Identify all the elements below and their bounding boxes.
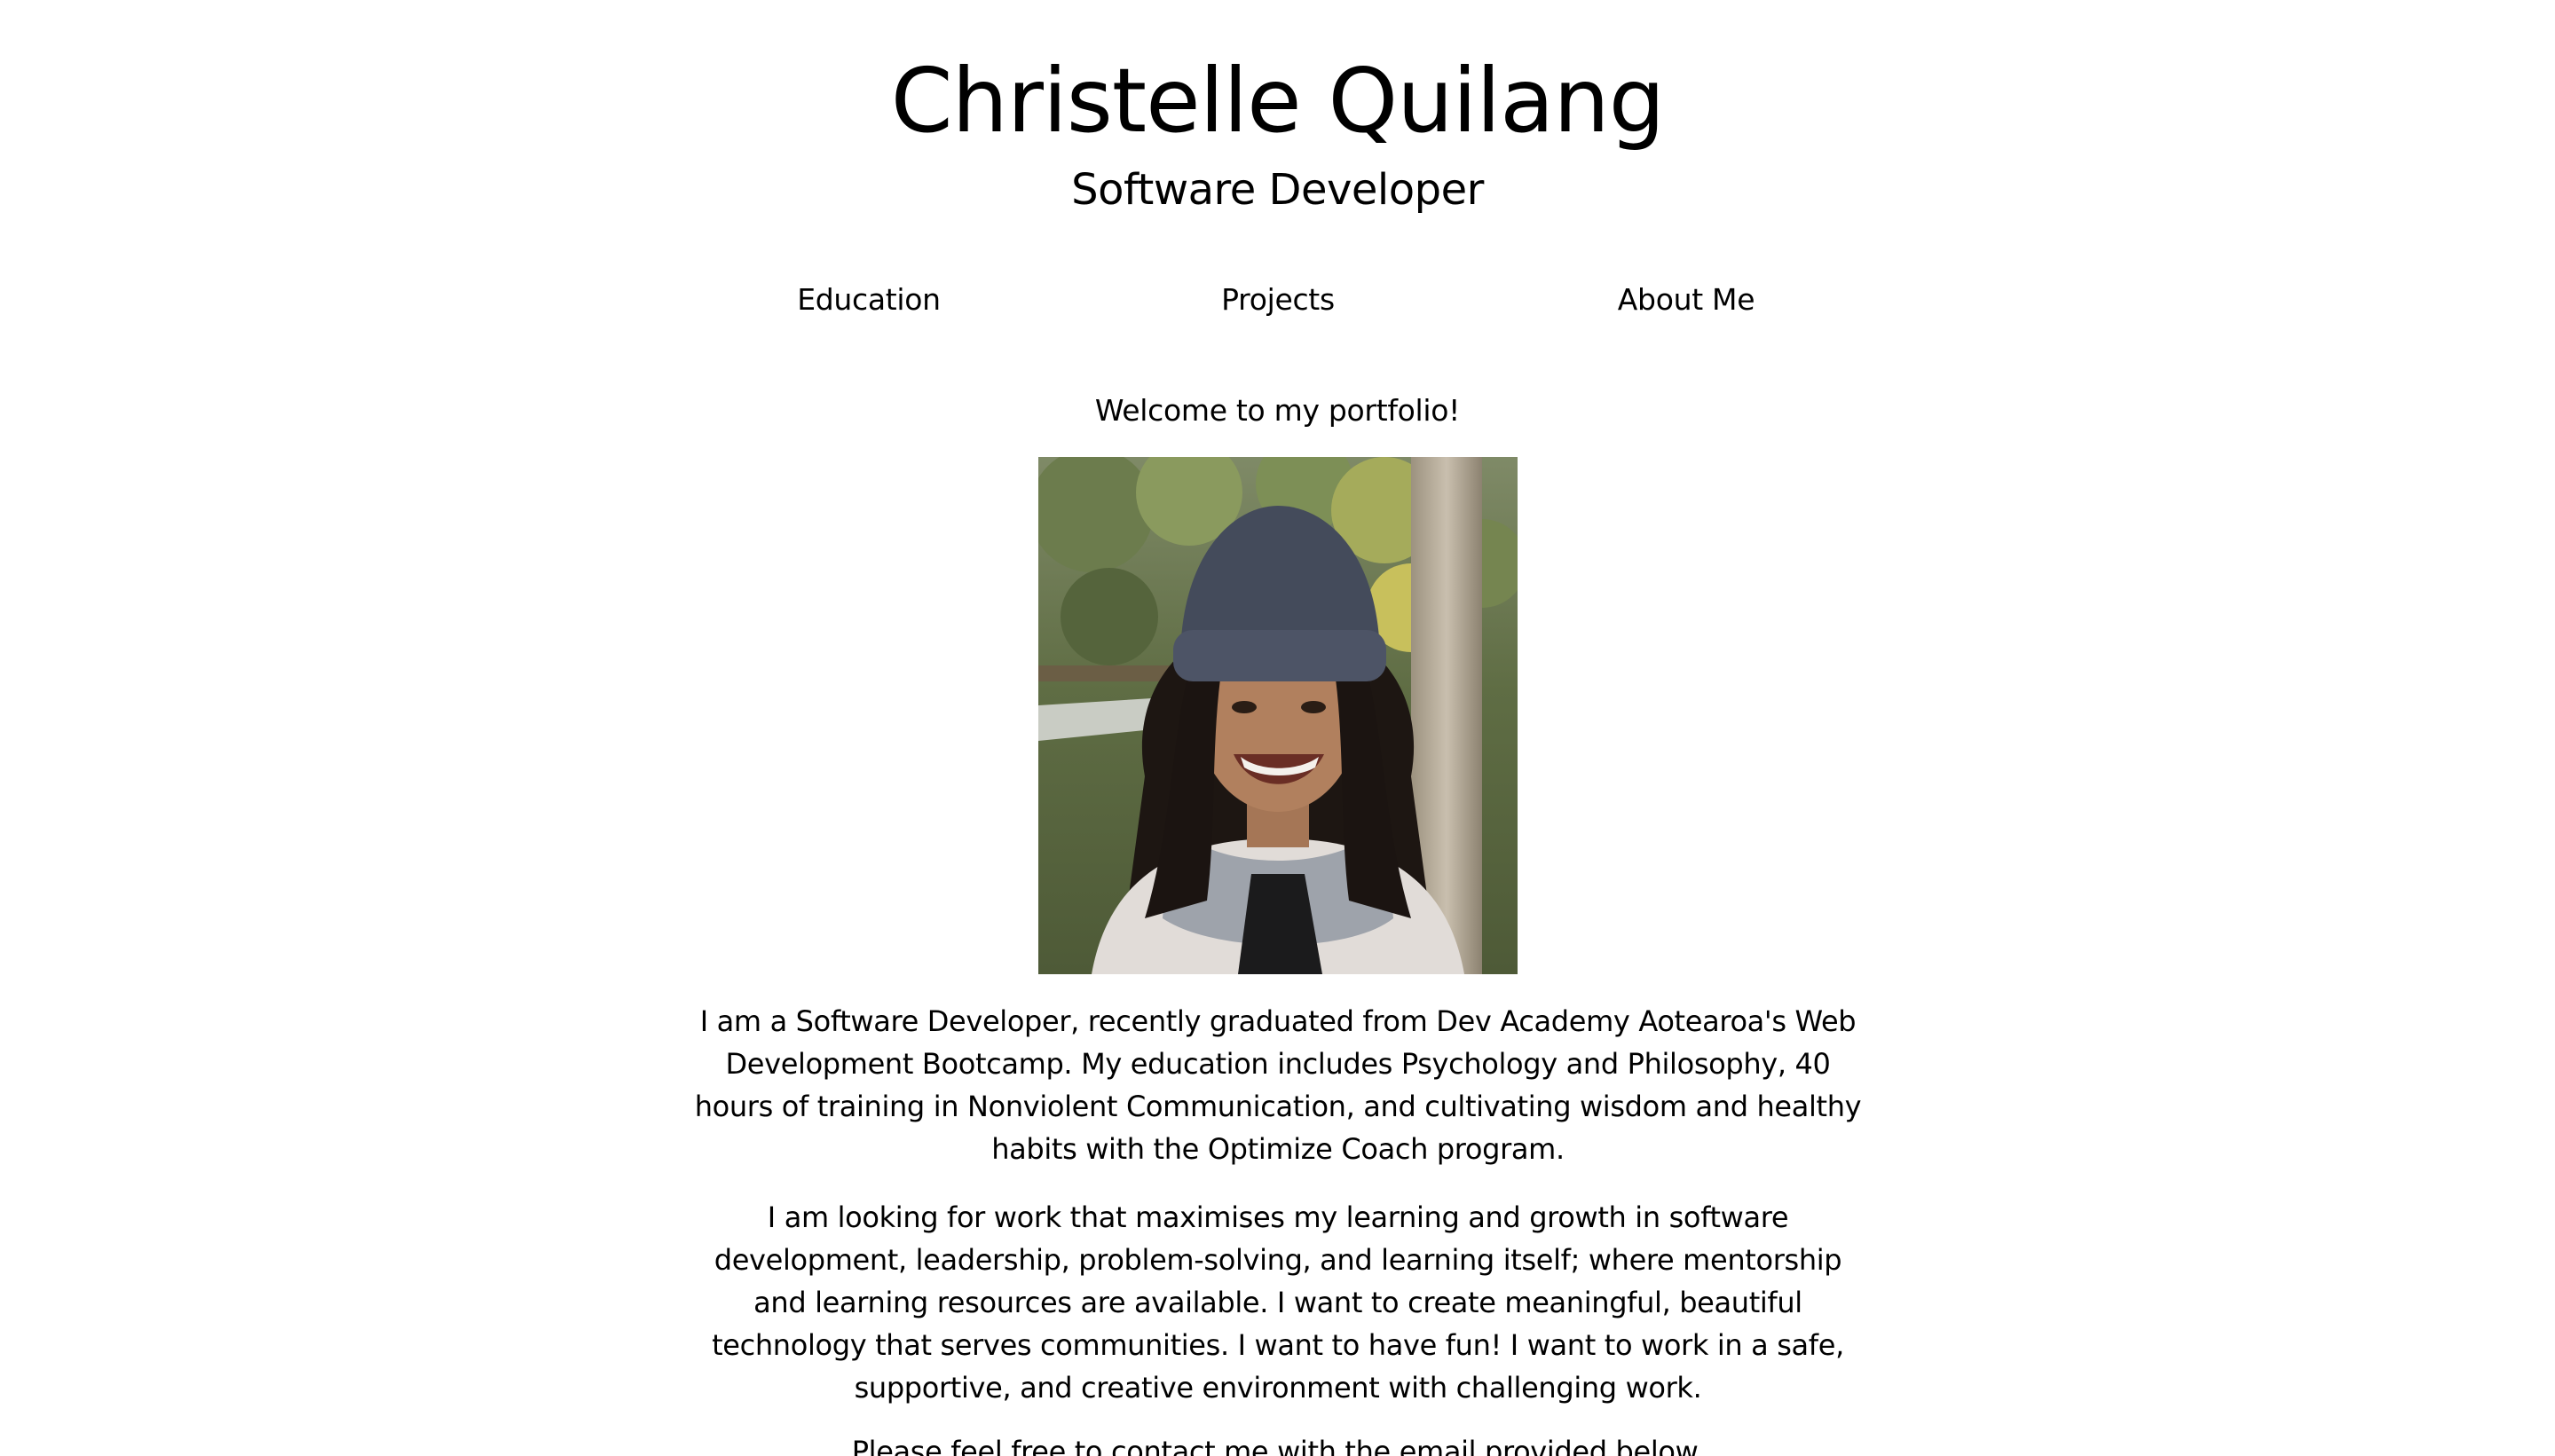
page-subtitle: Software Developer (1071, 165, 1484, 215)
profile-photo (1038, 457, 1518, 974)
profile-photo-illustration (1038, 457, 1518, 974)
welcome-text: Welcome to my portfolio! (1094, 393, 1461, 428)
nav-link-education[interactable]: Education (691, 275, 1046, 325)
nav-link-about-me[interactable]: About Me (1509, 275, 1864, 325)
portfolio-page: Christelle Quilang Software Developer Ed… (0, 0, 2555, 1456)
page-title: Christelle Quilang (890, 49, 1666, 153)
nav-link-projects[interactable]: Projects (1100, 275, 1455, 325)
bio-paragraph: I am a Software Developer, recently grad… (694, 1004, 1862, 1166)
bio-paragraph: I am looking for work that maximises my … (712, 1200, 1844, 1405)
contact-paragraph: Please feel free to contact me with the … (851, 1435, 1705, 1456)
main-nav: Education Projects About Me (0, 275, 2555, 325)
